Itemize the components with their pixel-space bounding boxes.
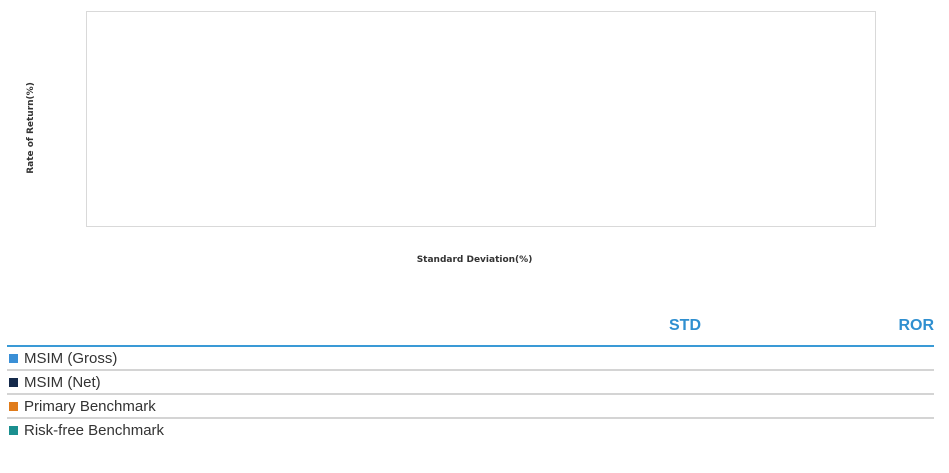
legend-row-msim-net: MSIM (Net) (7, 371, 934, 395)
risk-return-chart-page: Rate of Return(%) Standard Deviation(%) … (0, 0, 949, 473)
legend-swatch (9, 401, 18, 411)
legend-swatch (9, 353, 18, 363)
x-axis-label: Standard Deviation(%) (416, 255, 533, 265)
column-header-std: STD (669, 317, 701, 334)
legend-table-header: STD ROR (7, 316, 934, 347)
legend-table: STD ROR MSIM (Gross) MSIM (Net) Primary … (7, 316, 934, 441)
legend-row-risk-free-benchmark: Risk-free Benchmark (7, 419, 934, 441)
legend-row-label: MSIM (Gross) (24, 349, 118, 367)
legend-row-label: MSIM (Net) (24, 373, 101, 391)
y-axis-label: Rate of Return(%) (26, 82, 36, 174)
legend-row-primary-benchmark: Primary Benchmark (7, 395, 934, 419)
plot-area (86, 11, 876, 227)
legend-row-label: Risk-free Benchmark (24, 421, 165, 439)
legend-row-label: Primary Benchmark (24, 397, 156, 415)
column-header-ror: ROR (898, 317, 934, 334)
legend-row-msim-gross: MSIM (Gross) (7, 347, 934, 371)
legend-swatch (9, 425, 18, 435)
legend-swatch (9, 377, 18, 387)
